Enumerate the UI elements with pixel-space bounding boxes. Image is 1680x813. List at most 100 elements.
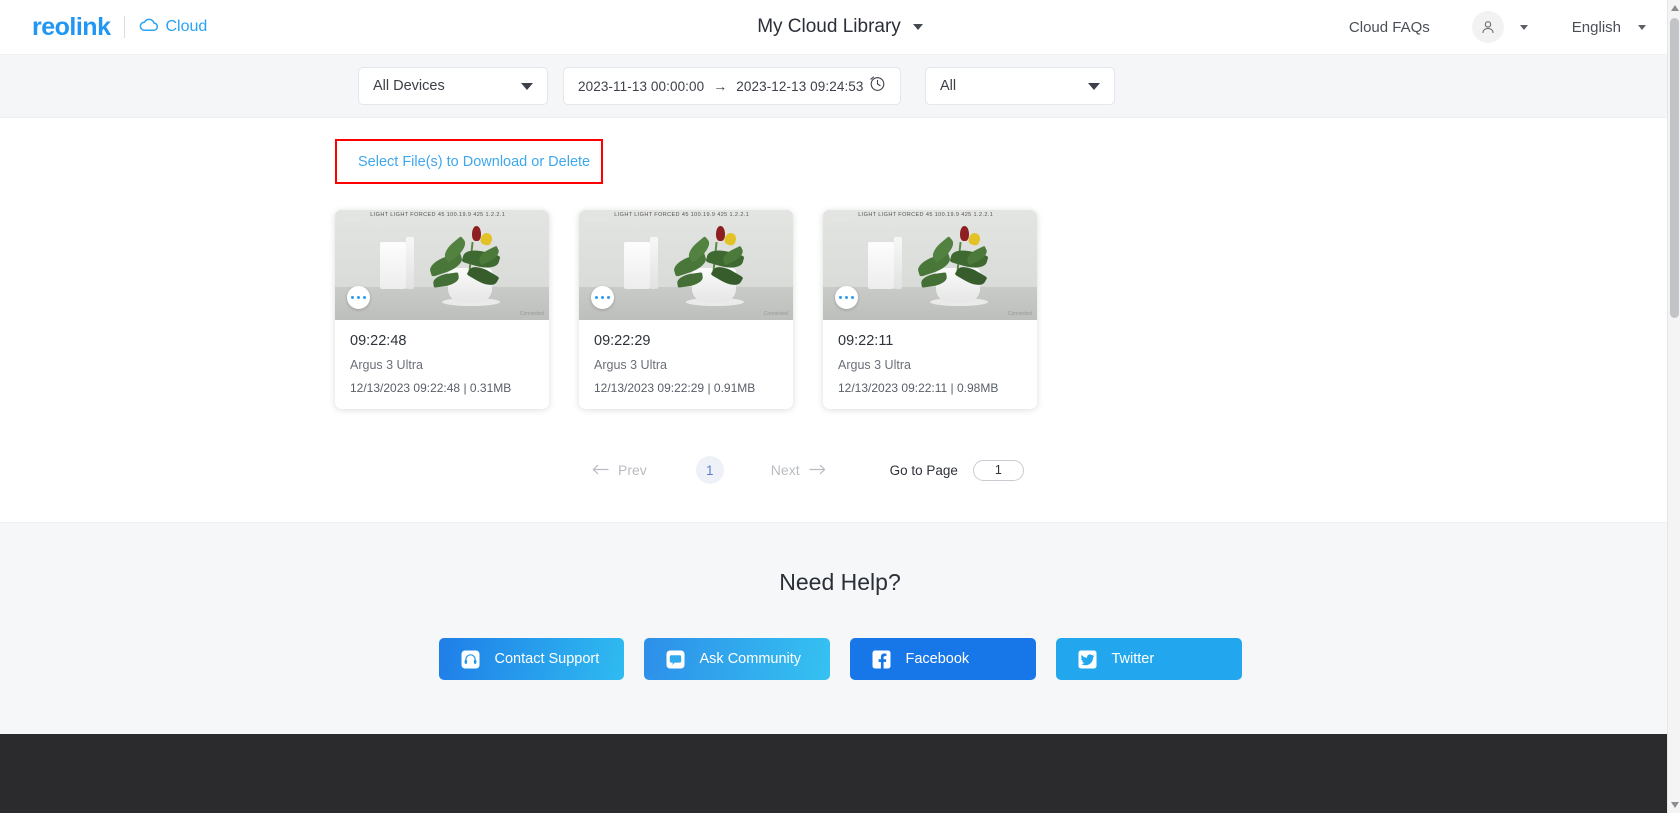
contact-support-button[interactable]: Contact Support [438, 638, 624, 680]
pagination-next-label: Next [770, 462, 800, 478]
thumb-router [379, 242, 406, 290]
thumb-osd-info: LIGHT LIGHT FORCED 45 100.19.9 425 1.2.2… [858, 212, 994, 218]
user-avatar-icon[interactable] [1471, 11, 1504, 43]
facebook-button[interactable]: Facebook [849, 638, 1036, 680]
card-device-name: Argus 3 Ultra [350, 358, 423, 372]
card-meta: 12/13/2023 09:22:11 | 0.98MB [838, 381, 999, 395]
top-header: reolink Cloud My Cloud Library Cloud FAQ… [0, 0, 1680, 55]
chevron-down-icon [912, 24, 923, 30]
ask-community-button[interactable]: Ask Community [643, 638, 830, 680]
card-time: 09:22:29 [594, 333, 651, 349]
file-card[interactable]: reolink LIGHT LIGHT FORCED 45 100.19.9 4… [823, 210, 1037, 409]
goto-page-input[interactable]: 1 [972, 459, 1024, 481]
card-device-name: Argus 3 Ultra [838, 358, 911, 372]
card-body: 09:22:48 Argus 3 Ultra 12/13/2023 09:22:… [335, 320, 549, 409]
thumb-osd-brand: reolink [342, 216, 365, 223]
card-body: 09:22:11 Argus 3 Ultra 12/13/2023 09:22:… [823, 320, 1037, 409]
reolink-logo: reolink [32, 12, 111, 41]
cloud-faqs-link[interactable]: Cloud FAQs [1349, 19, 1430, 36]
more-options-icon[interactable] [347, 286, 370, 309]
pagination-prev-button[interactable]: Prev [592, 462, 647, 478]
chat-bubble-icon [666, 649, 686, 669]
file-card[interactable]: reolink LIGHT LIGHT FORCED 45 100.19.9 4… [335, 210, 549, 409]
thumb-osd-status: Connected [519, 311, 544, 317]
arrow-right-icon [808, 462, 826, 478]
scrollbar-down-arrow-icon[interactable] [1668, 797, 1680, 813]
file-card-grid: reolink LIGHT LIGHT FORCED 45 100.19.9 4… [335, 210, 1680, 409]
date-range-picker[interactable]: 2023-11-13 00:00:00 → 2023-12-13 09:24:5… [563, 67, 901, 105]
thumb-osd-brand: reolink [830, 216, 853, 223]
thumb-osd-info: LIGHT LIGHT FORCED 45 100.19.9 425 1.2.2… [614, 212, 750, 218]
chevron-down-icon [521, 82, 533, 90]
device-select-value: All Devices [373, 78, 445, 94]
type-select-value: All [940, 78, 957, 94]
card-meta: 12/13/2023 09:22:29 | 0.91MB [594, 381, 756, 395]
select-files-highlight: Select File(s) to Download or Delete [335, 139, 603, 184]
main-content: Select File(s) to Download or Delete reo… [0, 139, 1680, 813]
brand-divider [124, 16, 126, 38]
language-chevron-down-icon[interactable] [1638, 24, 1646, 30]
cloud-lockup: Cloud [139, 18, 207, 37]
thumb-router [623, 242, 650, 290]
card-thumbnail[interactable]: reolink LIGHT LIGHT FORCED 45 100.19.9 4… [823, 210, 1037, 320]
device-select[interactable]: All Devices [358, 67, 548, 105]
footer-bar [0, 734, 1680, 813]
facebook-label: Facebook [905, 651, 970, 667]
pagination-page-1[interactable]: 1 [695, 456, 724, 484]
thumb-router-side [405, 237, 414, 290]
language-label: English [1571, 18, 1621, 36]
chevron-down-icon [1088, 82, 1100, 90]
library-title-dropdown[interactable]: My Cloud Library [757, 16, 923, 38]
header-right: Cloud FAQs English [1349, 11, 1680, 43]
language-menu[interactable]: English [1572, 19, 1646, 36]
contact-support-label: Contact Support [494, 651, 600, 667]
headset-icon [461, 649, 481, 669]
card-device-name: Argus 3 Ultra [594, 358, 667, 372]
pagination: Prev 1 Next Go to Page 1 [592, 456, 1680, 484]
facebook-icon [872, 649, 892, 669]
pagination-next-button[interactable]: Next [771, 462, 826, 478]
twitter-label: Twitter [1111, 651, 1155, 667]
help-buttons: Contact Support Ask Community Facebook T… [438, 638, 1242, 680]
pagination-prev-label: Prev [618, 462, 647, 478]
cloud-icon [139, 18, 159, 37]
thumb-router-side [649, 237, 658, 290]
thumb-osd-info: LIGHT LIGHT FORCED 45 100.19.9 425 1.2.2… [370, 212, 506, 218]
date-start-value: 2023-11-13 00:00:00 [578, 78, 705, 94]
clock-icon[interactable] [869, 75, 886, 97]
card-time: 09:22:48 [350, 333, 407, 349]
card-time: 09:22:11 [838, 333, 894, 349]
thumb-router-side [893, 237, 902, 290]
cloud-label: Cloud [165, 18, 208, 35]
card-meta: 12/13/2023 09:22:48 | 0.31MB [350, 381, 512, 395]
brand-lockup[interactable]: reolink Cloud [32, 12, 207, 41]
page-scrollbar[interactable] [1667, 0, 1680, 813]
date-range-values: 2023-11-13 00:00:00 → 2023-12-13 09:24:5… [578, 78, 864, 94]
account-chevron-down-icon[interactable] [1519, 24, 1528, 30]
scrollbar-thumb[interactable] [1670, 18, 1679, 318]
thumb-osd-brand: reolink [586, 216, 609, 223]
file-card[interactable]: reolink LIGHT LIGHT FORCED 45 100.19.9 4… [579, 210, 793, 409]
account-menu[interactable] [1471, 11, 1528, 43]
arrow-right-icon: → [713, 78, 728, 94]
arrow-left-icon [592, 462, 609, 478]
page-title: My Cloud Library [757, 16, 901, 37]
card-body: 09:22:29 Argus 3 Ultra 12/13/2023 09:22:… [579, 320, 793, 409]
more-options-icon[interactable] [835, 286, 858, 309]
ask-community-label: Ask Community [699, 651, 802, 667]
date-end-value: 2023-12-13 09:24:53 [736, 78, 864, 94]
select-files-link[interactable]: Select File(s) to Download or Delete [337, 154, 590, 170]
twitter-icon [1078, 649, 1098, 669]
thumb-osd-status: Connected [1007, 311, 1032, 317]
card-thumbnail[interactable]: reolink LIGHT LIGHT FORCED 45 100.19.9 4… [579, 210, 793, 320]
thumb-osd-status: Connected [763, 311, 788, 317]
twitter-button[interactable]: Twitter [1055, 638, 1242, 680]
filter-bar: All Devices 2023-11-13 00:00:00 → 2023-1… [0, 55, 1680, 118]
goto-page-label: Go to Page [889, 462, 958, 478]
type-select[interactable]: All [925, 67, 1115, 105]
help-section: Need Help? Contact Support Ask Community… [0, 522, 1680, 734]
scrollbar-up-arrow-icon[interactable] [1668, 0, 1680, 16]
help-title: Need Help? [779, 569, 901, 595]
more-options-icon[interactable] [591, 286, 614, 309]
card-thumbnail[interactable]: reolink LIGHT LIGHT FORCED 45 100.19.9 4… [335, 210, 549, 320]
